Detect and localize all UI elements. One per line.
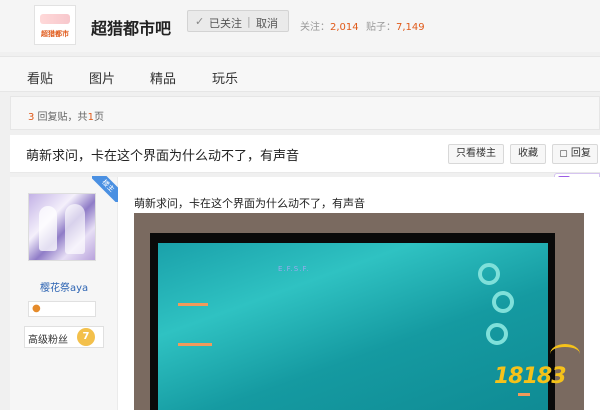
thread-title: 萌新求问，卡在这个界面为什么动不了，有声音 — [26, 149, 300, 164]
forum-tabs: 看贴 图片 精品 玩乐 — [0, 56, 600, 92]
reply-count-suffix: 回复贴，共 — [34, 112, 88, 123]
followers-stat: 关注：2,014 — [300, 18, 359, 33]
photo-ring — [478, 263, 500, 285]
post-content: 萌新求问，卡在这个界面为什么动不了，有声音 — [134, 197, 365, 210]
favorite-button[interactable]: 收藏 — [510, 144, 546, 164]
avatar-figure — [65, 204, 85, 254]
photo-ring — [486, 323, 508, 345]
logo-text: 超猎都市 — [41, 30, 69, 38]
photo-game-screen: E.F.S.F. — [158, 243, 548, 410]
tab-featured[interactable]: 精品 — [150, 68, 176, 87]
followed-label: 已关注 — [209, 17, 242, 30]
tab-images[interactable]: 图片 — [89, 68, 115, 87]
posts-count: 7,149 — [396, 22, 425, 33]
follow-separator: | — [247, 15, 251, 28]
host-badge-label: 楼主 — [92, 176, 118, 202]
followers-count: 2,014 — [330, 22, 359, 33]
photo-dash — [178, 303, 208, 306]
follow-box: ✓ 已关注 | 取消 — [187, 10, 289, 32]
host-badge: 楼主 — [92, 176, 118, 202]
watermark-text: 18183 — [494, 364, 567, 389]
level-title: 高级粉丝 — [28, 335, 68, 346]
reply-info: 3 回复贴，共1页 — [28, 108, 104, 123]
tab-fun[interactable]: 玩乐 — [212, 68, 238, 87]
level-badge[interactable]: 高级粉丝 7 — [24, 326, 104, 348]
forum-name[interactable]: 超猎都市吧 — [91, 15, 171, 39]
reply-button-label: 回复 — [570, 148, 591, 159]
author-column: 楼主 樱花祭aya ● 高级粉丝 7 — [10, 176, 118, 410]
unfollow-button[interactable]: 取消 — [256, 15, 278, 31]
check-icon: ✓ — [195, 15, 205, 28]
owner-only-button[interactable]: 只看楼主 — [448, 144, 504, 164]
thread-title-bar: 萌新求问，卡在这个界面为什么动不了，有声音 只看楼主 收藏 ▢ 回复 — [10, 135, 600, 173]
photo-dash — [178, 343, 212, 346]
tab-posts[interactable]: 看贴 — [27, 68, 53, 87]
forum-header: 超猎都市 超猎都市吧 ✓ 已关注 | 取消 关注：2,014 贴子：7,149 — [0, 0, 600, 52]
forum-logo[interactable]: 超猎都市 — [34, 5, 76, 45]
reply-info-bar: 3 回复贴，共1页 — [10, 96, 600, 130]
page-count-suffix: 页 — [93, 112, 104, 123]
watermark-logo: 18183 — [494, 344, 590, 404]
posts-stat: 贴子：7,149 — [366, 18, 425, 33]
avatar[interactable] — [28, 193, 96, 261]
logo-art — [40, 14, 70, 24]
photo-ring — [492, 291, 514, 313]
level-number: 7 — [77, 328, 95, 346]
posts-label: 贴子： — [366, 22, 396, 33]
photo-topbar-text: E.F.S.F. — [278, 265, 310, 273]
followers-label: 关注： — [300, 22, 330, 33]
user-badge: ● — [28, 301, 96, 317]
speech-bubble-icon: ▢ — [559, 149, 568, 159]
reply-button[interactable]: ▢ 回复 — [552, 144, 598, 164]
gamepad-icon: ● — [32, 303, 41, 314]
watermark-shine — [550, 344, 580, 364]
avatar-figure — [39, 206, 57, 251]
username[interactable]: 樱花祭aya — [40, 279, 88, 294]
